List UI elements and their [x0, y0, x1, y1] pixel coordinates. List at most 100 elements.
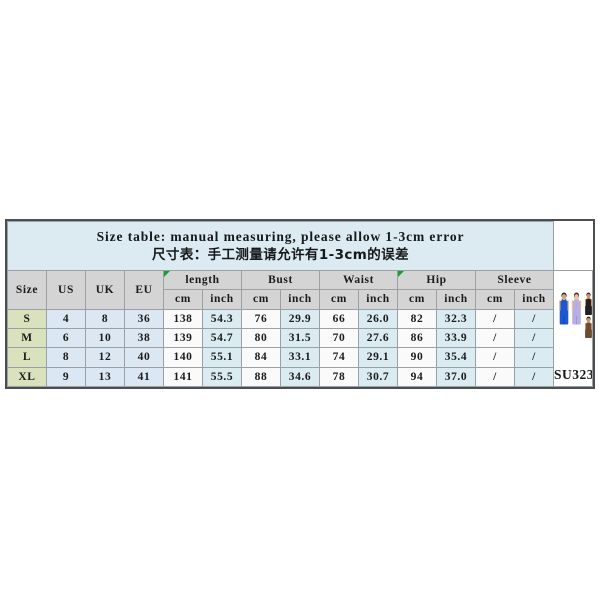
- column-header-waist-label: Waist: [342, 273, 375, 286]
- unit-header-bust-cm: cm: [241, 289, 281, 310]
- unit-header-sleeve-inch: inch: [514, 289, 554, 310]
- product-image-inner: SU3231: [554, 271, 592, 386]
- banner-cell: Size table: manual measuring, please all…: [7, 221, 554, 271]
- column-header-length: length: [163, 269, 242, 291]
- cell-sleeve-inch: /: [514, 366, 554, 388]
- cell-waist-inch: 27.6: [358, 327, 398, 349]
- cell-eu: 41: [124, 366, 164, 388]
- column-header-length-label: length: [185, 273, 220, 286]
- cell-bust-cm: 84: [241, 347, 281, 368]
- cell-hip-inch: 35.4: [436, 347, 476, 368]
- cell-length-cm: 139: [163, 327, 203, 349]
- size-table: Size table: manual measuring, please all…: [7, 221, 593, 388]
- cell-bust-inch: 34.6: [280, 366, 320, 388]
- unit-header-length-inch: inch: [202, 289, 242, 310]
- product-code: SU3231: [554, 367, 592, 383]
- model-blue: [559, 292, 569, 325]
- cell-uk: 13: [85, 366, 125, 388]
- cell-sleeve-cm: /: [475, 347, 515, 368]
- cell-uk: 12: [85, 347, 125, 368]
- cell-waist-cm: 78: [319, 366, 359, 388]
- cell-sleeve-inch: /: [514, 347, 554, 368]
- banner-text-en: Size table: manual measuring, please all…: [96, 228, 465, 244]
- column-header-bust: Bust: [241, 269, 320, 291]
- comment-marker-icon: [164, 271, 170, 277]
- model-brown-1: [585, 316, 592, 338]
- cell-hip-cm: 94: [397, 366, 437, 388]
- cell-sleeve-cm: /: [475, 366, 515, 388]
- cell-eu: 36: [124, 308, 164, 329]
- cell-hip-cm: 82: [397, 308, 437, 329]
- unit-header-hip-cm: cm: [397, 289, 437, 310]
- column-header-eu: EU: [124, 270, 164, 310]
- cell-sleeve-cm: /: [475, 327, 515, 349]
- cell-eu: 40: [124, 347, 164, 368]
- cell-size: S: [7, 308, 47, 329]
- model-lavender: [571, 292, 582, 325]
- cell-us: 9: [46, 366, 86, 388]
- table-group-header-row: Size US UK EU length Bust Waist Hip Slee…: [7, 269, 593, 387]
- cell-length-inch: 54.7: [202, 327, 242, 349]
- table-row: XL 9 13 41 141 55.5 88 34.6 78 30.7 94 3…: [7, 366, 593, 388]
- unit-header-bust-inch: inch: [280, 289, 320, 310]
- unit-header-waist-cm: cm: [319, 289, 359, 310]
- banner-text-cn: 尺寸表：手工测量请允许有1-3cm的误差: [152, 246, 409, 263]
- cell-uk: 10: [85, 327, 125, 349]
- table-row: L 8 12 40 140 55.1 84 33.1 74 29.1 90 35…: [7, 347, 593, 368]
- cell-bust-inch: 29.9: [280, 308, 320, 329]
- product-models-illustration: [559, 292, 592, 338]
- cell-size: L: [7, 347, 47, 368]
- cell-length-inch: 55.5: [202, 366, 242, 388]
- cell-hip-inch: 32.3: [436, 308, 476, 329]
- cell-sleeve-inch: /: [514, 327, 554, 349]
- unit-header-length-cm: cm: [163, 289, 203, 310]
- cell-hip-cm: 90: [397, 347, 437, 368]
- model-black: [585, 292, 592, 315]
- unit-header-waist-inch: inch: [358, 289, 398, 310]
- comment-marker-icon-2: [398, 271, 404, 277]
- cell-length-cm: 140: [163, 347, 203, 368]
- cell-waist-inch: 29.1: [358, 347, 398, 368]
- cell-waist-inch: 30.7: [358, 366, 398, 388]
- cell-hip-inch: 37.0: [436, 366, 476, 388]
- cell-us: 8: [46, 347, 86, 368]
- size-table-container: Size table: manual measuring, please all…: [5, 219, 595, 389]
- column-header-us: US: [46, 270, 86, 310]
- cell-bust-inch: 33.1: [280, 347, 320, 368]
- cell-length-inch: 55.1: [202, 347, 242, 368]
- cell-us: 6: [46, 327, 86, 349]
- table-row: S 4 8 36 138 54.3 76 29.9 66 26.0 82 32.…: [7, 308, 593, 329]
- cell-sleeve-cm: /: [475, 308, 515, 329]
- cell-length-cm: 138: [163, 308, 203, 329]
- cell-eu: 38: [124, 327, 164, 349]
- column-header-waist: Waist: [319, 269, 398, 291]
- column-header-uk: UK: [85, 270, 125, 310]
- unit-header-hip-inch: inch: [436, 289, 476, 310]
- cell-bust-inch: 31.5: [280, 327, 320, 349]
- cell-waist-inch: 26.0: [358, 308, 398, 329]
- unit-header-sleeve-cm: cm: [475, 289, 515, 310]
- cell-bust-cm: 80: [241, 327, 281, 349]
- cell-hip-cm: 86: [397, 327, 437, 349]
- cell-bust-cm: 88: [241, 366, 281, 388]
- cell-sleeve-inch: /: [514, 308, 554, 329]
- page-root: Size table: manual measuring, please all…: [0, 0, 600, 600]
- column-header-bust-label: Bust: [268, 273, 293, 286]
- column-header-hip-label: Hip: [426, 273, 447, 286]
- cell-bust-cm: 76: [241, 308, 281, 329]
- column-header-sleeve-label: Sleeve: [497, 273, 532, 286]
- cell-length-inch: 54.3: [202, 308, 242, 329]
- cell-us: 4: [46, 308, 86, 329]
- cell-waist-cm: 66: [319, 308, 359, 329]
- cell-size: XL: [7, 366, 47, 388]
- table-banner-row: Size table: manual measuring, please all…: [7, 221, 593, 271]
- column-header-sleeve: Sleeve: [475, 269, 554, 291]
- cell-uk: 8: [85, 308, 125, 329]
- cell-waist-cm: 74: [319, 347, 359, 368]
- cell-waist-cm: 70: [319, 327, 359, 349]
- product-image-cell: SU3231: [553, 270, 593, 387]
- column-header-hip: Hip: [397, 269, 476, 291]
- column-header-size: Size: [7, 270, 47, 310]
- cell-length-cm: 141: [163, 366, 203, 388]
- table-row: M 6 10 38 139 54.7 80 31.5 70 27.6 86 33…: [7, 327, 593, 349]
